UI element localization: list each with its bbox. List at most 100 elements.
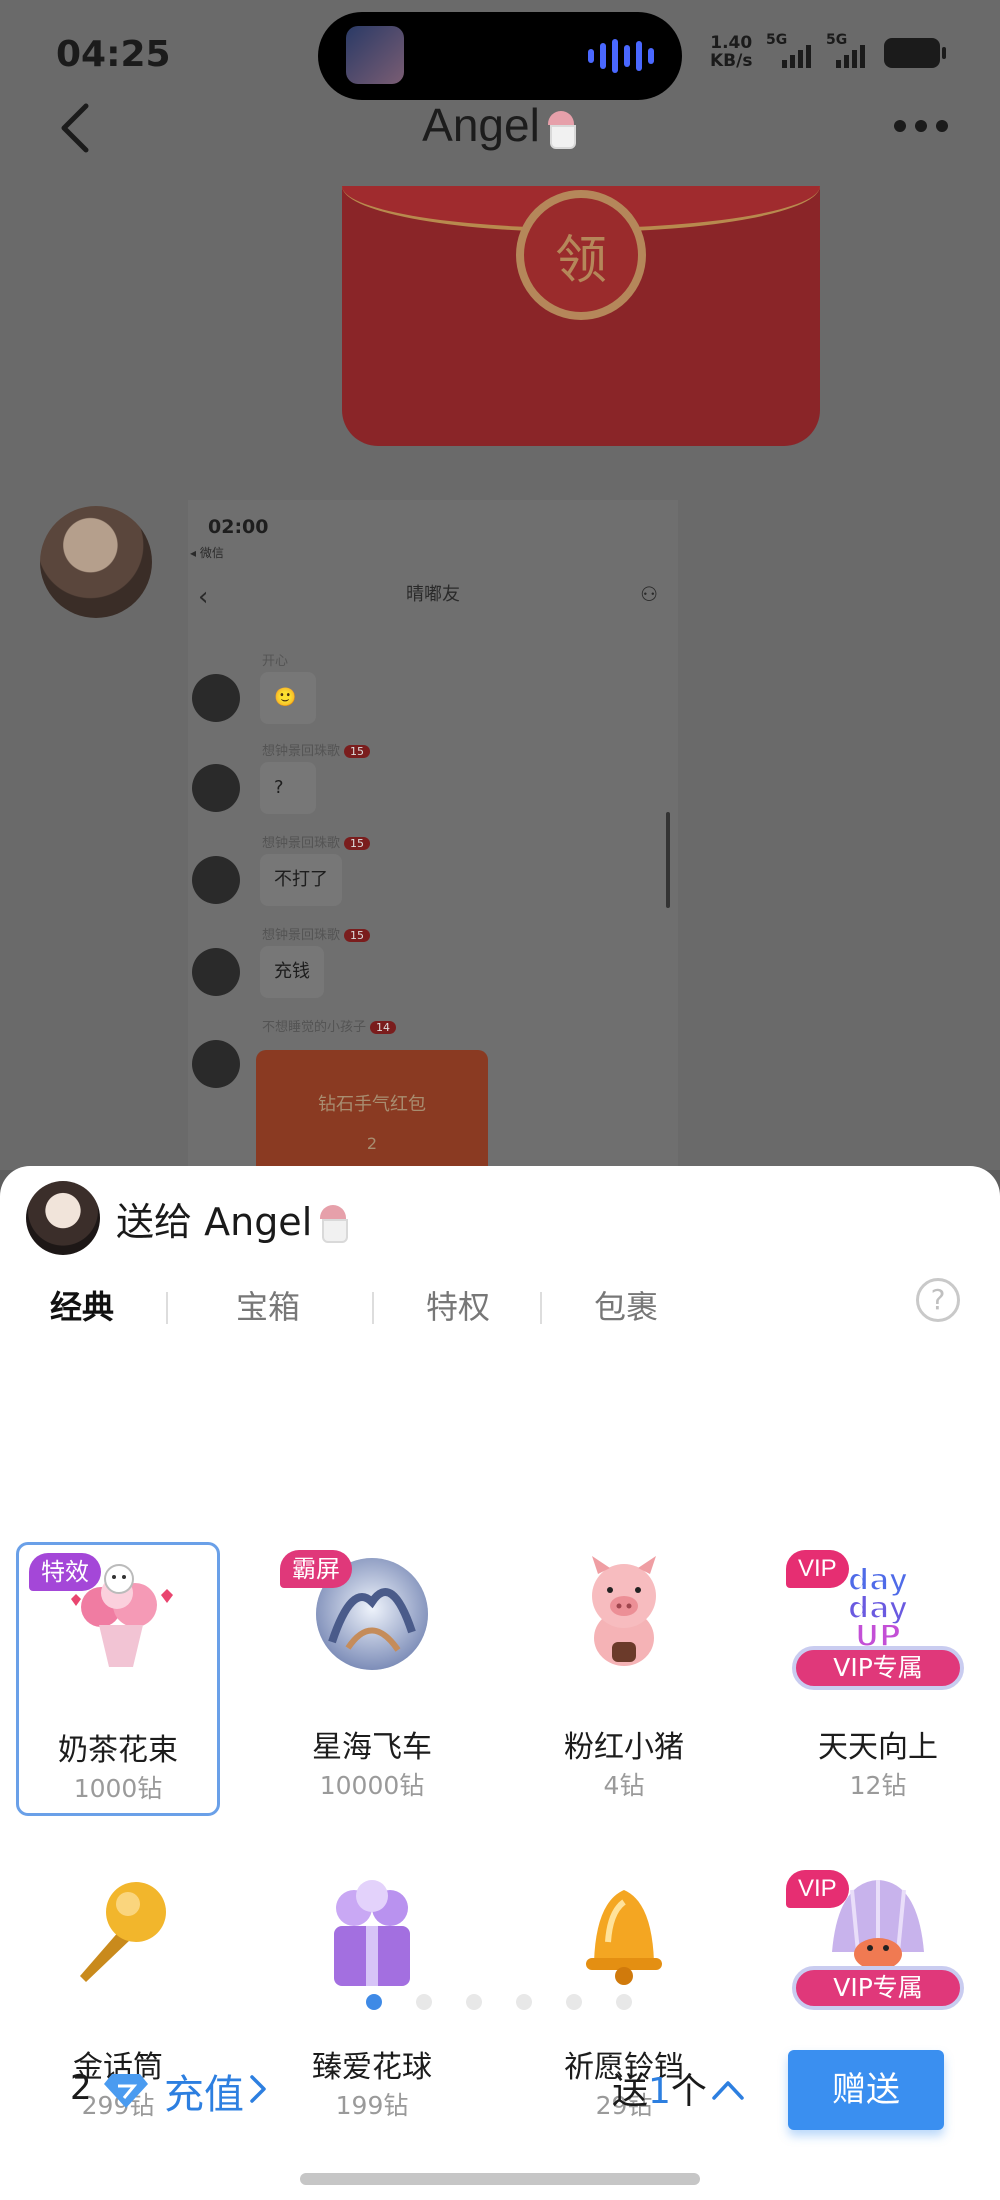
quantity-unit: 个 bbox=[670, 2071, 707, 2112]
screenshot-gift-count: 2 bbox=[366, 1134, 378, 1153]
home-indicator[interactable] bbox=[300, 2173, 700, 2185]
screenshot-sender-name: 想钟景回珠歌 bbox=[262, 744, 341, 759]
recipient-name: Angel bbox=[204, 1199, 313, 1244]
screenshot-sender-name: 想钟景回珠歌 bbox=[262, 928, 341, 943]
send-gift-button[interactable]: 赠送 bbox=[788, 2050, 944, 2130]
vip-exclusive-pill: VIP专属 bbox=[792, 1646, 964, 1690]
recipient-avatar bbox=[26, 1181, 100, 1255]
screenshot-level-badge: 15 bbox=[344, 837, 371, 850]
gift-item-pink-pig[interactable]: 粉红小猪 4钻 bbox=[522, 1542, 726, 1816]
page-dot[interactable] bbox=[616, 1994, 632, 2010]
tab-treasure-box[interactable]: 宝箱 bbox=[236, 1282, 300, 1328]
screenshot-bubble: 🙂 bbox=[260, 672, 316, 724]
gift-item-starship[interactable]: 霸屏 星海飞车 10000钻 bbox=[270, 1542, 474, 1816]
chevron-right-icon[interactable] bbox=[248, 2074, 268, 2104]
flower-box-icon bbox=[334, 1880, 410, 1986]
tab-privileges[interactable]: 特权 bbox=[426, 1282, 490, 1328]
screenshot-source-app: ◂ 微信 bbox=[190, 546, 224, 560]
send-to-prefix: 送给 bbox=[116, 1199, 193, 1244]
sim2-network-label: 5G bbox=[826, 32, 848, 48]
screenshot-sender-name: 不想睡觉的小孩子 bbox=[262, 1020, 367, 1035]
chat-background: 04:25 1.40 KB/s 5G 5G Angel 领 02:00 ◂ 微信… bbox=[0, 0, 1000, 1170]
audio-wave-icon bbox=[588, 38, 654, 74]
screenshot-avatar bbox=[192, 764, 240, 812]
gift-name: 星海飞车 bbox=[312, 1730, 432, 1765]
gift-name: 奶茶花束 bbox=[58, 1733, 178, 1768]
tab-divider bbox=[372, 1292, 374, 1324]
screenshot-sender: 想钟景回珠歌 15 bbox=[262, 740, 371, 759]
gift-price: 10000钻 bbox=[319, 1771, 425, 1800]
tab-classic[interactable]: 经典 bbox=[50, 1282, 114, 1328]
chat-title: Angel bbox=[0, 98, 1000, 152]
screenshot-avatar bbox=[192, 674, 240, 722]
gift-item-milk-tea-bouquet[interactable]: 特效 奶茶花束 1000钻 bbox=[16, 1542, 220, 1816]
signal-sim1-icon: 5G bbox=[766, 32, 811, 68]
screenshot-gift-title: 钻石手气红包 bbox=[318, 1094, 426, 1115]
screenshot-level-badge: 14 bbox=[370, 1021, 397, 1034]
screenshot-message: 想钟景回珠歌 15 不打了 bbox=[192, 832, 632, 920]
screenshot-sender: 想钟景回珠歌 15 bbox=[262, 924, 371, 943]
sender-avatar[interactable] bbox=[40, 506, 152, 618]
bell-icon bbox=[586, 1890, 662, 1985]
diamond-icon bbox=[104, 2074, 148, 2108]
milk-tea-emoji-icon bbox=[316, 1204, 350, 1243]
dynamic-island[interactable] bbox=[318, 12, 682, 100]
tab-backpack[interactable]: 包裹 bbox=[594, 1282, 658, 1328]
signal-sim2-icon: 5G bbox=[826, 32, 865, 68]
network-speed-unit: KB/s bbox=[710, 51, 753, 71]
screenshot-message: 想钟景回珠歌 15 充钱 bbox=[192, 924, 632, 1012]
tab-divider bbox=[166, 1292, 168, 1324]
gift-sheet: 送给 Angel 经典 宝箱 特权 包裹 ? 特效 奶茶花束 1000钻 霸屏 … bbox=[0, 1166, 1000, 2200]
battery-icon bbox=[884, 38, 946, 68]
screenshot-sender-name: 想钟景回珠歌 bbox=[262, 836, 341, 851]
milk-tea-emoji-icon bbox=[544, 111, 578, 149]
vip-badge: VIP bbox=[786, 1870, 849, 1908]
gift-price: 1000钻 bbox=[73, 1774, 163, 1803]
screenshot-time: 02:00 bbox=[208, 516, 269, 538]
screenshot-avatar bbox=[192, 948, 240, 996]
sim1-network-label: 5G bbox=[766, 32, 788, 48]
gift-name: 粉红小猪 bbox=[564, 1730, 684, 1765]
vip-badge: VIP bbox=[786, 1550, 849, 1588]
screenshot-sender: 想钟景回珠歌 15 bbox=[262, 832, 371, 851]
page-indicator bbox=[0, 1994, 1000, 2014]
gift-price: 12钻 bbox=[849, 1771, 907, 1800]
more-options-icon[interactable] bbox=[894, 120, 948, 132]
pig-icon bbox=[592, 1556, 656, 1666]
screenshot-bubble: 不打了 bbox=[260, 854, 342, 906]
screenshot-members-icon: ⚇ bbox=[640, 582, 658, 606]
screenshot-chat-title: 晴嘟友 bbox=[406, 584, 460, 605]
red-packet-message[interactable]: 领 bbox=[342, 186, 820, 446]
red-packet-seal[interactable]: 领 bbox=[516, 190, 646, 320]
gift-item-day-day-up[interactable]: day day UP VIP VIP专属 天天向上 12钻 bbox=[776, 1542, 980, 1816]
gift-category-tabs: 经典 宝箱 特权 包裹 ? bbox=[0, 1266, 1000, 1336]
now-playing-thumbnail bbox=[346, 26, 404, 84]
help-icon[interactable]: ? bbox=[916, 1278, 960, 1322]
screenshot-bubble: ? bbox=[260, 762, 316, 814]
chat-title-name: Angel bbox=[422, 99, 540, 151]
chevron-up-icon[interactable] bbox=[710, 2078, 746, 2102]
page-dot[interactable] bbox=[416, 1994, 432, 2010]
send-prefix: 送 bbox=[612, 2071, 649, 2112]
gift-sheet-header: 送给 Angel bbox=[26, 1180, 350, 1256]
status-time: 04:25 bbox=[56, 34, 171, 75]
screenshot-avatar bbox=[192, 1040, 240, 1088]
send-quantity[interactable]: 送1个 bbox=[612, 2062, 707, 2114]
page-dot[interactable] bbox=[566, 1994, 582, 2010]
screenshot-bubble: 充钱 bbox=[260, 946, 324, 998]
screenshot-sender: 开心 bbox=[262, 654, 289, 669]
screenshot-avatar bbox=[192, 856, 240, 904]
gift-recipient-label: 送给 Angel bbox=[116, 1191, 350, 1246]
tab-divider bbox=[540, 1292, 542, 1324]
page-dot[interactable] bbox=[516, 1994, 532, 2010]
page-dot[interactable] bbox=[366, 1994, 382, 2010]
network-speed-value: 1.40 bbox=[710, 33, 753, 53]
screenshot-message: 开心 🙂 bbox=[192, 650, 632, 738]
network-speed: 1.40 KB/s bbox=[710, 34, 752, 70]
screenshot-level-badge: 15 bbox=[344, 929, 371, 942]
screenshot-level-badge: 15 bbox=[344, 745, 371, 758]
screenshot-sender: 不想睡觉的小孩子 14 bbox=[262, 1016, 397, 1035]
shared-screenshot-image[interactable]: 02:00 ◂ 微信 ‹ 晴嘟友 ⚇ 开心 🙂 想钟景回珠歌 15 ? 想钟景回珠… bbox=[188, 500, 678, 1170]
page-dot[interactable] bbox=[466, 1994, 482, 2010]
recharge-button[interactable]: 充值 bbox=[164, 2062, 244, 2120]
